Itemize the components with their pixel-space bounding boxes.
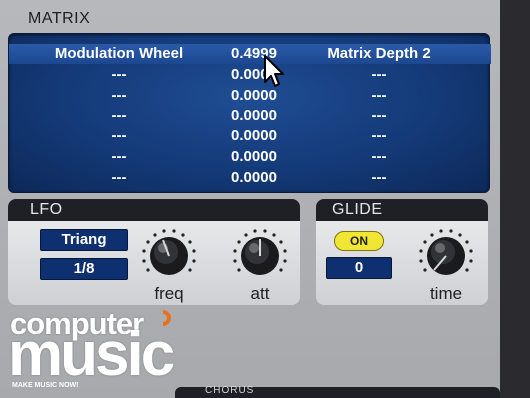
lfo-header: LFO [8, 199, 300, 221]
matrix-title: MATRIX [28, 10, 91, 27]
matrix-destination[interactable]: --- [299, 86, 459, 106]
matrix-amount[interactable]: 0.0000 [209, 168, 299, 188]
knob-icon [142, 229, 196, 275]
matrix-source[interactable]: --- [19, 168, 219, 188]
window-edge [500, 0, 530, 398]
matrix-amount[interactable]: 0.0000 [209, 106, 299, 126]
logo-tagline: MAKE MUSIC NOW! [12, 382, 79, 389]
matrix-row[interactable]: --- 0.0000 --- [9, 86, 491, 106]
knob-icon [419, 229, 473, 275]
matrix-source[interactable]: --- [19, 126, 219, 146]
matrix-destination[interactable]: --- [299, 168, 459, 188]
matrix-source[interactable]: --- [19, 86, 219, 106]
matrix-destination[interactable]: --- [299, 65, 459, 85]
glide-value-display[interactable]: 0 [326, 257, 392, 279]
knob-icon [233, 229, 287, 275]
glide-title: GLIDE [332, 201, 383, 218]
matrix-row[interactable]: --- 0.0000 --- [9, 65, 491, 85]
matrix-source[interactable]: --- [19, 147, 219, 167]
matrix-destination[interactable]: --- [299, 126, 459, 146]
lfo-waveform-display[interactable]: Triang [40, 229, 128, 251]
matrix-row[interactable]: --- 0.0000 --- [9, 147, 491, 167]
chorus-title: CHORUS [205, 385, 255, 396]
synth-panel: MATRIX Modulation Wheel 0.4999 Matrix De… [0, 0, 500, 398]
matrix-amount[interactable]: 0.0000 [209, 147, 299, 167]
matrix-row[interactable]: --- 0.0000 --- [9, 126, 491, 146]
computer-music-logo: computer music MAKE MUSIC NOW! [8, 300, 258, 398]
logo-line2: music [8, 320, 175, 389]
chorus-header: CHORUS [175, 385, 500, 398]
glide-time-label: time [429, 284, 463, 303]
matrix-destination[interactable]: Matrix Depth 2 [299, 44, 459, 64]
glide-header: GLIDE [316, 199, 488, 221]
matrix-row[interactable]: --- 0.0000 --- [9, 106, 491, 126]
matrix-display: Modulation Wheel 0.4999 Matrix Depth 2 -… [8, 33, 491, 193]
matrix-row[interactable]: --- 0.0000 --- [9, 168, 491, 188]
matrix-destination[interactable]: --- [299, 147, 459, 167]
matrix-source[interactable]: Modulation Wheel [19, 44, 219, 64]
matrix-source[interactable]: --- [19, 65, 219, 85]
glide-time-knob[interactable] [416, 228, 476, 284]
matrix-destination[interactable]: --- [299, 106, 459, 126]
lfo-att-knob[interactable] [230, 228, 290, 284]
lfo-title: LFO [30, 201, 63, 218]
lfo-freq-knob[interactable] [139, 228, 199, 284]
matrix-amount[interactable]: 0.0000 [209, 126, 299, 146]
mouse-cursor-icon [264, 55, 284, 87]
matrix-row[interactable]: Modulation Wheel 0.4999 Matrix Depth 2 [9, 44, 491, 64]
matrix-source[interactable]: --- [19, 106, 219, 126]
glide-on-toggle[interactable]: ON [334, 231, 384, 251]
lfo-rate-display[interactable]: 1/8 [40, 258, 128, 280]
